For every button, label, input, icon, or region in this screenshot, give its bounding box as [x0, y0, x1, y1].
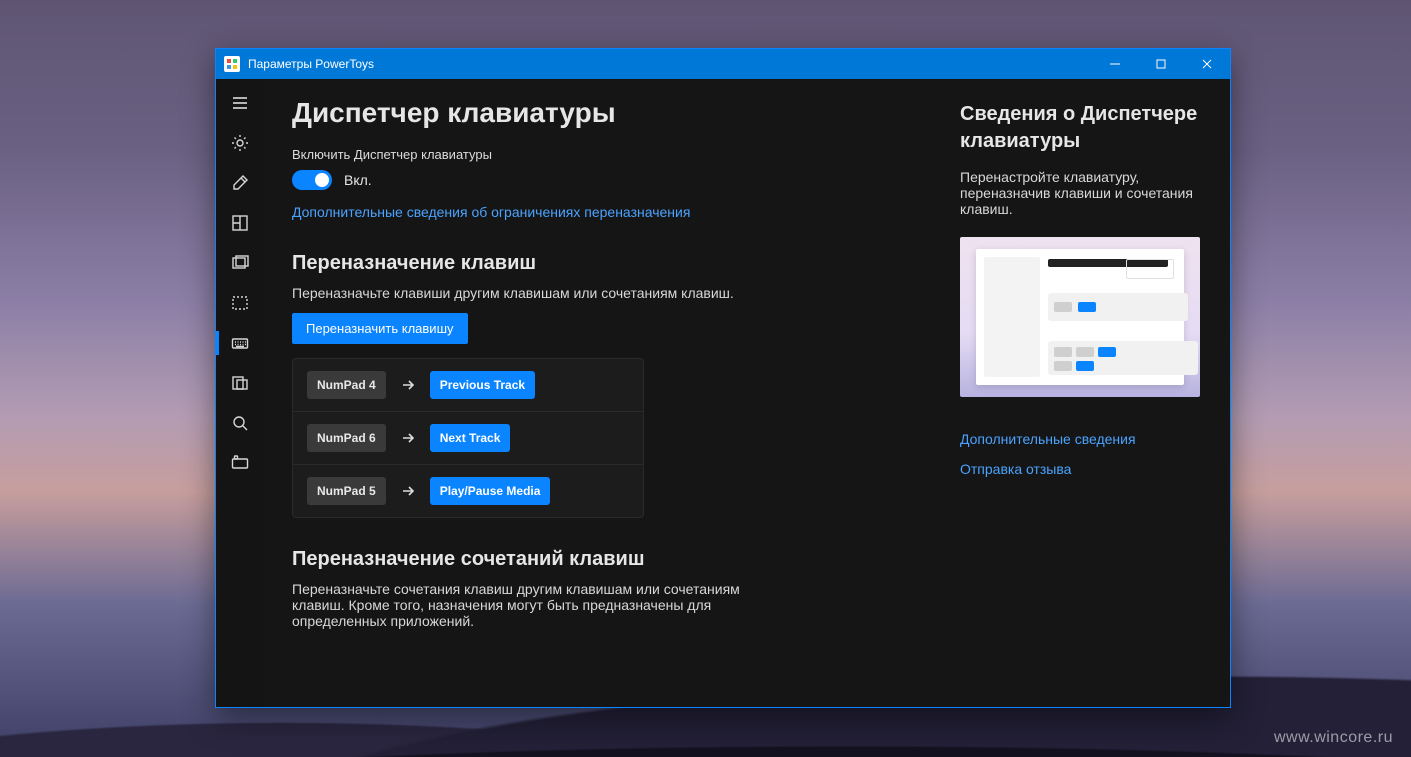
watermark: www.wincore.ru	[1274, 729, 1393, 747]
titlebar: Параметры PowerToys	[216, 49, 1230, 79]
remap-row: NumPad 5 Play/Pause Media	[293, 464, 643, 517]
remap-row: NumPad 4 Previous Track	[293, 359, 643, 411]
arrow-right-icon	[400, 483, 416, 499]
aside-feedback-link[interactable]: Отправка отзыва	[960, 461, 1208, 477]
limitations-link[interactable]: Дополнительные сведения об ограничениях …	[292, 204, 690, 220]
remap-from-chip: NumPad 4	[307, 371, 386, 399]
main-panel: Диспетчер клавиатуры Включить Диспетчер …	[264, 79, 960, 707]
app-icon	[224, 56, 240, 72]
sidebar-item-image-resizer[interactable]	[216, 243, 264, 283]
hamburger-button[interactable]	[216, 83, 264, 123]
sidebar-item-file-explorer[interactable]	[216, 283, 264, 323]
sidebar-item-keyboard-manager[interactable]	[216, 323, 264, 363]
sidebar-item-color-picker[interactable]	[216, 163, 264, 203]
arrow-right-icon	[400, 430, 416, 446]
remap-from-chip: NumPad 5	[307, 477, 386, 505]
sidebar-item-fancyzones[interactable]	[216, 203, 264, 243]
remap-shortcuts-title: Переназначение сочетаний клавиш	[292, 548, 932, 571]
remap-from-chip: NumPad 6	[307, 424, 386, 452]
remap-shortcuts-desc: Переназначьте сочетания клавиш другим кл…	[292, 581, 752, 629]
remap-to-chip: Play/Pause Media	[430, 477, 551, 505]
remap-keys-desc: Переназначьте клавиши другим клавишам ил…	[292, 285, 932, 301]
aside-desc: Перенастройте клавиатуру, переназначив к…	[960, 169, 1208, 217]
sidebar-item-shortcut-guide[interactable]	[216, 443, 264, 483]
remap-to-chip: Previous Track	[430, 371, 535, 399]
app-window: Параметры PowerToys	[215, 48, 1231, 708]
close-button[interactable]	[1184, 49, 1230, 79]
aside-more-link[interactable]: Дополнительные сведения	[960, 431, 1208, 447]
sidebar-item-power-rename[interactable]	[216, 403, 264, 443]
remap-key-button[interactable]: Переназначить клавишу	[292, 313, 468, 344]
maximize-button[interactable]	[1138, 49, 1184, 79]
enable-toggle[interactable]	[292, 170, 332, 190]
remap-to-chip: Next Track	[430, 424, 511, 452]
sidebar-item-general[interactable]	[216, 123, 264, 163]
enable-label: Включить Диспетчер клавиатуры	[292, 147, 932, 162]
minimize-button[interactable]	[1092, 49, 1138, 79]
aside-title: Сведения о Диспетчере клавиатуры	[960, 101, 1208, 155]
arrow-right-icon	[400, 377, 416, 393]
window-title: Параметры PowerToys	[248, 57, 374, 71]
remap-list: NumPad 4 Previous Track NumPad 6 Next Tr…	[292, 358, 644, 518]
sidebar-item-powertoys-run[interactable]	[216, 363, 264, 403]
sidebar	[216, 79, 264, 707]
remap-keys-title: Переназначение клавиш	[292, 252, 932, 275]
aside-panel: Сведения о Диспетчере клавиатуры Перенас…	[960, 79, 1230, 707]
remap-row: NumPad 6 Next Track	[293, 411, 643, 464]
page-title: Диспетчер клавиатуры	[292, 97, 932, 129]
toggle-state: Вкл.	[344, 172, 372, 188]
preview-image	[960, 237, 1200, 397]
